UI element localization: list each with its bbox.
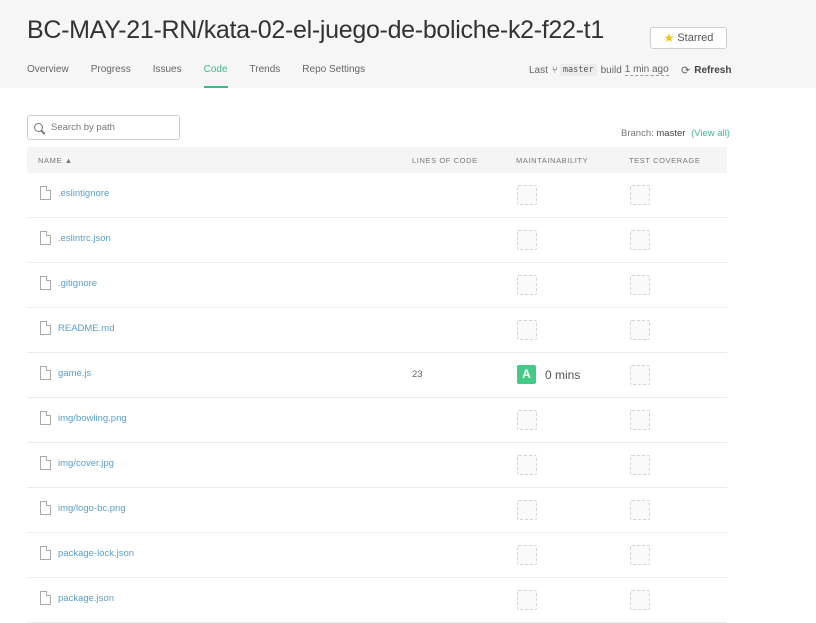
page-header: BC-MAY-21-RN/kata-02-el-juego-de-boliche… — [0, 0, 816, 88]
repo-title: BC-MAY-21-RN/kata-02-el-juego-de-boliche… — [27, 16, 604, 44]
search-icon — [34, 123, 43, 132]
coverage-placeholder — [630, 500, 650, 520]
table-row: img/bowling.png — [27, 398, 727, 443]
maintainability-placeholder — [517, 410, 537, 430]
refresh-icon: ⟳ — [681, 65, 691, 77]
file-icon — [40, 591, 51, 605]
file-icon — [40, 366, 51, 380]
branch-name: master — [656, 128, 686, 139]
coverage-placeholder — [630, 590, 650, 610]
view-all-branches-link[interactable]: (View all) — [691, 128, 730, 139]
branch-label: Branch: — [621, 128, 654, 139]
file-icon — [40, 501, 51, 515]
table-row: package.json — [27, 578, 727, 623]
file-icon — [40, 276, 51, 290]
column-maintainability-header[interactable]: MAINTAINABILITY — [516, 156, 588, 165]
file-link[interactable]: img/bowling.png — [58, 413, 127, 424]
table-row: .eslintignore — [27, 173, 727, 218]
branch-icon: ⑂ — [551, 64, 558, 76]
table-row: .gitignore — [27, 263, 727, 308]
build-time[interactable]: 1 min ago — [624, 64, 669, 76]
refresh-label: Refresh — [694, 65, 732, 76]
repo-tabs: Overview Progress Issues Code Trends Rep… — [27, 63, 387, 88]
file-icon — [40, 456, 51, 470]
tab-trends[interactable]: Trends — [250, 63, 281, 88]
column-loc-header[interactable]: LINES OF CODE — [412, 156, 478, 165]
column-coverage-header[interactable]: TEST COVERAGE — [629, 156, 700, 165]
star-button-label: Starred — [677, 32, 714, 44]
coverage-placeholder — [630, 230, 650, 250]
build-prefix: Last — [529, 64, 548, 76]
maintainability-placeholder — [517, 545, 537, 565]
file-link[interactable]: img/cover.jpg — [58, 458, 114, 469]
lines-of-code: 23 — [412, 369, 423, 380]
tab-code[interactable]: Code — [203, 63, 228, 88]
coverage-placeholder — [630, 275, 650, 295]
coverage-placeholder — [630, 320, 650, 340]
branch-chip: ⑂ master — [552, 64, 597, 76]
star-icon: ★ — [663, 31, 675, 45]
table-header: NAME ▲ LINES OF CODE MAINTAINABILITY TES… — [27, 147, 727, 173]
file-link[interactable]: .eslintignore — [58, 188, 109, 199]
maintainability-placeholder — [517, 590, 537, 610]
build-info: Last ⑂ master build 1 min ago — [529, 64, 669, 76]
tab-overview[interactable]: Overview — [27, 63, 69, 88]
file-table: .eslintignore .eslintrc.json .gitignore … — [27, 173, 727, 623]
file-icon — [40, 186, 51, 200]
refresh-button[interactable]: ⟳ Refresh — [681, 64, 731, 77]
table-row: img/logo-bc.png — [27, 488, 727, 533]
file-link[interactable]: README.md — [58, 323, 114, 334]
file-link[interactable]: package-lock.json — [58, 548, 134, 559]
coverage-placeholder — [630, 365, 650, 385]
file-link[interactable]: .gitignore — [58, 278, 97, 289]
file-icon — [40, 321, 51, 335]
file-link[interactable]: .eslintrc.json — [58, 233, 111, 244]
table-row: package-lock.json — [27, 533, 727, 578]
coverage-placeholder — [630, 545, 650, 565]
tab-repo-settings[interactable]: Repo Settings — [302, 63, 365, 88]
file-icon — [40, 411, 51, 425]
star-button[interactable]: ★ Starred — [650, 27, 727, 49]
table-row: game.js 23 A 0 mins — [27, 353, 727, 398]
build-word: build — [600, 64, 622, 76]
file-link[interactable]: package.json — [58, 593, 114, 604]
file-icon — [40, 546, 51, 560]
tab-issues[interactable]: Issues — [153, 63, 182, 88]
table-row: .eslintrc.json — [27, 218, 727, 263]
remediation-time: 0 mins — [545, 368, 581, 382]
coverage-placeholder — [630, 185, 650, 205]
file-link[interactable]: img/logo-bc.png — [58, 503, 126, 514]
maintainability-placeholder — [517, 455, 537, 475]
maintainability-placeholder — [517, 230, 537, 250]
coverage-placeholder — [630, 410, 650, 430]
maintainability-placeholder — [517, 320, 537, 340]
table-row: README.md — [27, 308, 727, 353]
maintainability-grade-badge[interactable]: A — [517, 365, 536, 384]
tab-progress[interactable]: Progress — [91, 63, 131, 88]
maintainability-placeholder — [517, 500, 537, 520]
coverage-placeholder — [630, 455, 650, 475]
maintainability-placeholder — [517, 185, 537, 205]
file-link[interactable]: game.js — [58, 368, 91, 379]
file-icon — [40, 231, 51, 245]
search-input[interactable] — [51, 122, 171, 133]
maintainability-placeholder — [517, 275, 537, 295]
column-name-header[interactable]: NAME ▲ — [38, 156, 73, 165]
search-box[interactable] — [27, 115, 180, 140]
branch-selector: Branch: master (View all) — [621, 128, 730, 139]
table-row: img/cover.jpg — [27, 443, 727, 488]
build-branch: master — [559, 64, 597, 76]
